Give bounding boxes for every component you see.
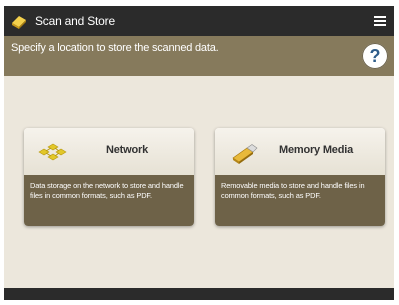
scan-store-screen: Scan and Store Specify a location to sto… <box>4 6 394 300</box>
usb-memory-icon <box>232 144 258 164</box>
app-title: Scan and Store <box>35 14 115 28</box>
network-option-button[interactable]: Network Data storage on the network to s… <box>24 128 194 226</box>
memory-media-option-button[interactable]: Memory Media Removable media to store an… <box>215 128 385 226</box>
title-bar: Scan and Store <box>4 6 394 36</box>
menu-button[interactable] <box>370 11 390 31</box>
hamburger-menu-icon <box>374 16 386 18</box>
scan-store-icon <box>12 16 26 29</box>
network-label: Network <box>106 144 148 156</box>
card-header: Memory Media <box>215 128 385 175</box>
network-description: Data storage on the network to store and… <box>24 175 194 226</box>
network-icon <box>38 143 67 161</box>
instruction-text: Specify a location to store the scanned … <box>11 42 219 54</box>
memory-media-label: Memory Media <box>279 144 354 156</box>
footer-bar <box>4 288 394 300</box>
help-button[interactable]: ? <box>362 43 388 69</box>
memory-media-description: Removable media to store and handle file… <box>215 175 385 226</box>
instruction-bar: Specify a location to store the scanned … <box>4 36 394 76</box>
card-header: Network <box>24 128 194 175</box>
